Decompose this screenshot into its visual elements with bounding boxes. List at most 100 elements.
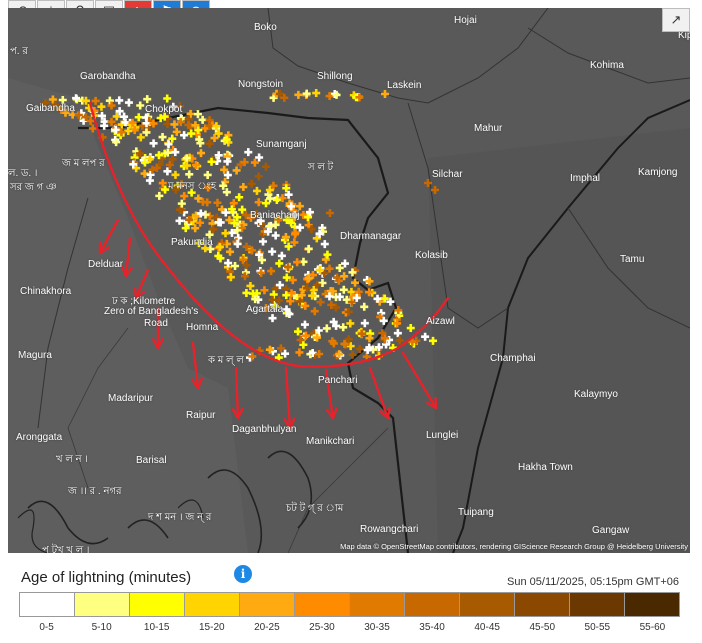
lightning-strike bbox=[231, 261, 240, 270]
lightning-strike bbox=[107, 117, 116, 126]
legend-label: 45-50 bbox=[529, 622, 556, 633]
place-label: Champhai bbox=[490, 353, 536, 364]
place-label: Daganbhulyan bbox=[232, 424, 297, 435]
place-label: Zero of Bangladesh's bbox=[104, 306, 199, 317]
place-label: Agartala bbox=[246, 304, 284, 315]
lightning-strike bbox=[246, 281, 255, 290]
lightning-strike bbox=[310, 307, 319, 316]
place-label: Aronggata bbox=[16, 432, 63, 443]
place-label: Raipur bbox=[186, 410, 216, 421]
lightning-strike bbox=[191, 224, 200, 233]
place-label: Boko bbox=[254, 22, 277, 33]
lightning-strike bbox=[197, 149, 206, 158]
place-label: Kalaymyo bbox=[574, 389, 618, 400]
lightning-strike bbox=[268, 247, 277, 256]
legend-swatch bbox=[240, 593, 295, 616]
lightning-strike bbox=[203, 198, 212, 207]
lightning-strike bbox=[271, 231, 280, 240]
legend-title: Age of lightning (minutes) bbox=[21, 569, 192, 586]
lightning-strike bbox=[261, 162, 270, 171]
lightning-strike bbox=[172, 127, 181, 136]
legend-label: 55-60 bbox=[639, 622, 666, 633]
lightning-strike bbox=[124, 98, 133, 107]
place-label: Lunglei bbox=[426, 430, 459, 441]
lightning-strike bbox=[315, 349, 324, 358]
place-label: Mahur bbox=[474, 123, 503, 134]
lightning-strike bbox=[187, 129, 196, 138]
place-label: Gaibandha bbox=[26, 103, 75, 114]
lightning-strike bbox=[360, 302, 369, 311]
place-label: Garobandha bbox=[80, 71, 136, 82]
lightning-strike bbox=[325, 264, 334, 273]
lightning-strike bbox=[339, 285, 348, 294]
legend-color-bar bbox=[19, 592, 680, 617]
legend-label: 30-35 bbox=[364, 622, 390, 633]
legend-label: 0-5 bbox=[39, 622, 54, 633]
lightning-strike bbox=[335, 263, 344, 272]
legend-swatch bbox=[20, 593, 75, 616]
legend-label: 20-25 bbox=[254, 622, 280, 633]
place-label: Rowangchari bbox=[360, 524, 419, 535]
lightning-strike bbox=[294, 90, 303, 99]
place-label: চট ট গ্ র াম bbox=[286, 503, 344, 514]
lightning-strike bbox=[155, 191, 164, 200]
place-label: Shillong bbox=[317, 71, 353, 82]
place-label: Aizawl bbox=[426, 316, 455, 327]
place-label: দ শ মন । জ ন্ র bbox=[148, 512, 212, 523]
lightning-strike bbox=[340, 259, 349, 268]
place-label: Kolasib bbox=[415, 250, 448, 261]
lightning-strike bbox=[158, 133, 167, 142]
place-label: Imphal bbox=[570, 173, 601, 184]
lightning-strike bbox=[339, 323, 348, 332]
place-label: প টুখ্ খ ল । bbox=[42, 545, 90, 553]
expand-icon[interactable]: ↗ bbox=[662, 8, 690, 32]
lightning-strike bbox=[340, 272, 349, 281]
place-label: Baniachanj bbox=[250, 210, 300, 221]
place-label: Panchari bbox=[318, 375, 358, 386]
place-label: Road bbox=[144, 318, 168, 329]
lightning-strike bbox=[252, 186, 261, 195]
lightning-strike bbox=[304, 244, 313, 253]
lightning-strike bbox=[97, 102, 106, 111]
legend-swatch bbox=[130, 593, 185, 616]
place-label: Homna bbox=[186, 322, 219, 333]
lightning-strike bbox=[136, 101, 145, 110]
lightning-strike bbox=[221, 229, 230, 238]
lightning-strike bbox=[250, 158, 259, 167]
legend-swatch bbox=[570, 593, 625, 616]
lightning-strike bbox=[326, 209, 334, 217]
map-canvas[interactable] bbox=[8, 8, 690, 553]
lightning-strike bbox=[360, 319, 369, 328]
state-border bbox=[527, 27, 690, 84]
place-label: Magura bbox=[18, 350, 52, 361]
annotation-arrow bbox=[284, 366, 292, 430]
legend-label: 25-30 bbox=[309, 622, 335, 633]
place-label: Chokpot bbox=[145, 104, 183, 115]
place-label: ম মনস ংহ bbox=[168, 181, 217, 192]
lightning-strike bbox=[254, 172, 263, 181]
lightning-strike bbox=[226, 247, 235, 256]
lightning-strike bbox=[115, 96, 124, 105]
legend-label: 50-55 bbox=[584, 622, 611, 633]
lightning-strike bbox=[242, 288, 251, 297]
info-icon[interactable]: i bbox=[234, 565, 252, 583]
lightning-strike bbox=[149, 139, 158, 148]
lightning-strike bbox=[380, 89, 389, 98]
place-label: প. র bbox=[10, 46, 28, 57]
lightning-strike bbox=[421, 332, 430, 341]
lightning-strike bbox=[163, 94, 172, 103]
legend-swatch bbox=[515, 593, 570, 616]
place-label: Pakundia bbox=[171, 237, 213, 248]
lightning-map[interactable]: Boko Hojai Kip প. র Kohima Garobandha Nongstoi… bbox=[8, 8, 690, 553]
place-label: জ ।। র . নগর bbox=[68, 486, 122, 497]
legend-label: 35-40 bbox=[419, 622, 445, 633]
lightning-strike bbox=[351, 278, 360, 287]
legend-swatch bbox=[75, 593, 130, 616]
place-label: Dharmanagar bbox=[340, 231, 402, 242]
lightning-strike bbox=[406, 324, 415, 333]
lightning-strike bbox=[203, 170, 212, 179]
lightning-strike bbox=[175, 216, 184, 225]
lightning-strike bbox=[224, 259, 233, 268]
legend-swatch bbox=[460, 593, 515, 616]
lightning-strike bbox=[163, 120, 172, 129]
